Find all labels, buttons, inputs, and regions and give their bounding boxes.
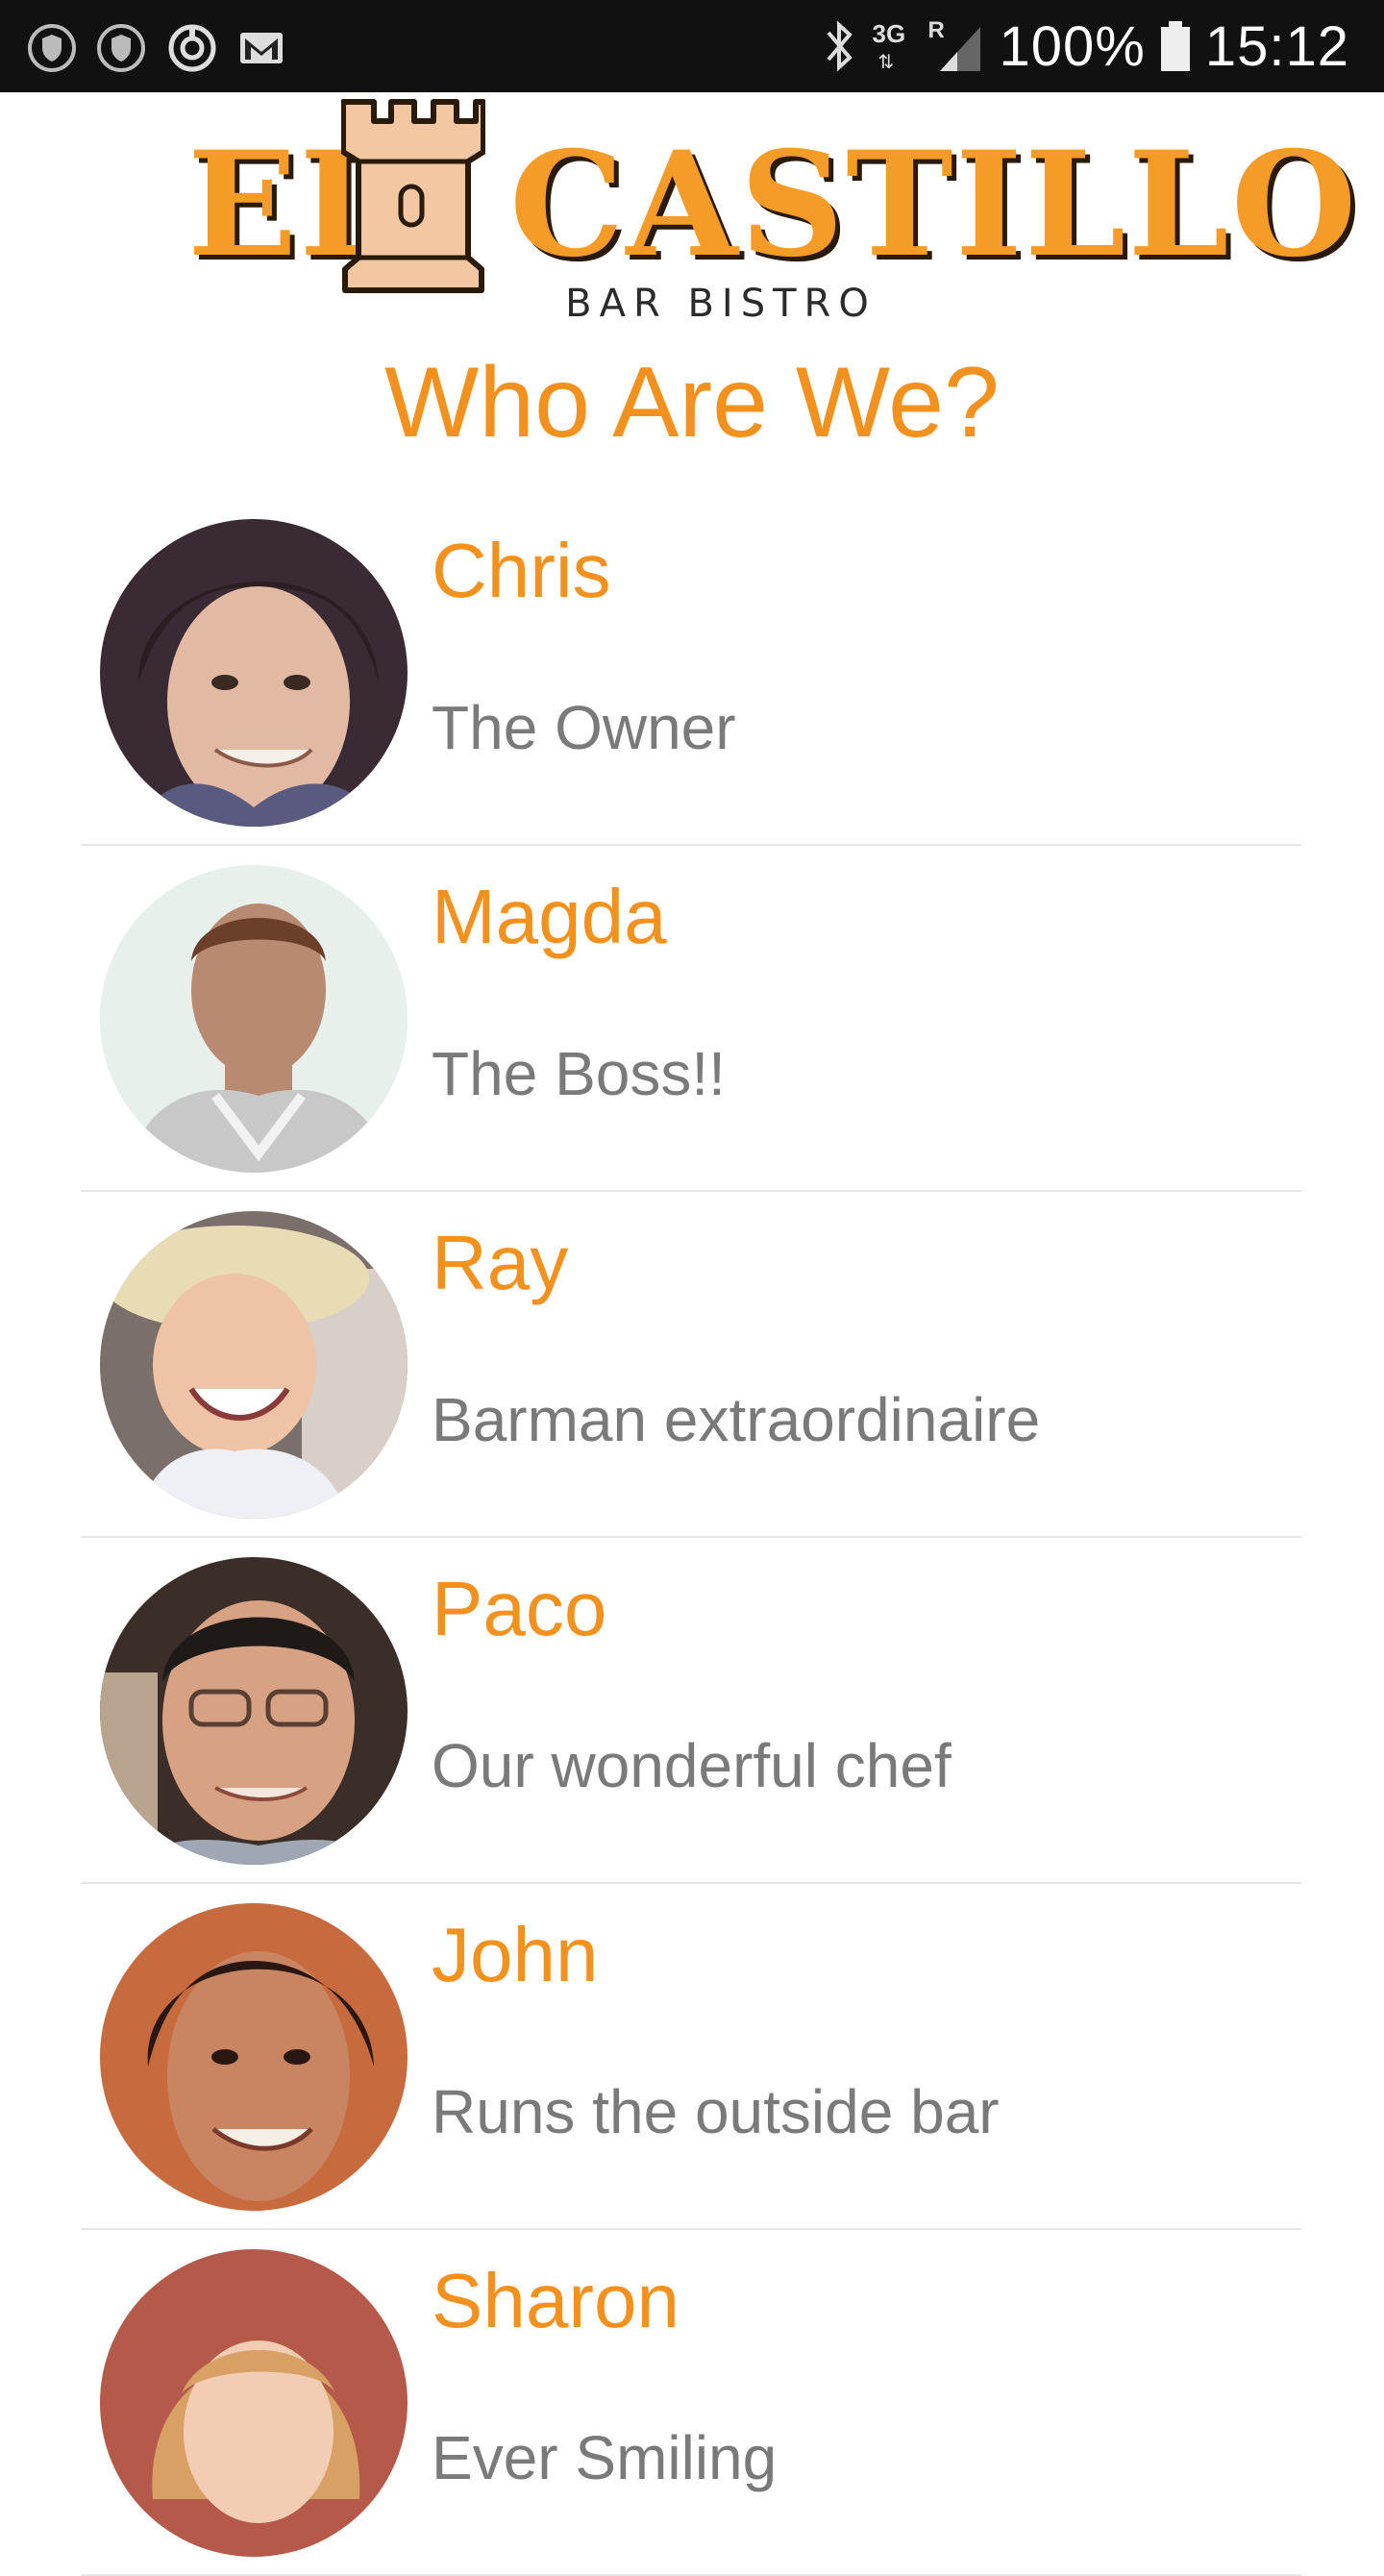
network-indicator: 3G ⇅ — [872, 19, 906, 73]
team-list: Chris The Owner Magda The Boss!! Ray Bar… — [81, 500, 1301, 2576]
member-role: Runs the outside bar — [432, 2077, 1000, 2146]
team-member-row[interactable]: Magda The Boss!! — [81, 846, 1301, 1192]
member-name: Ray — [432, 1220, 569, 1305]
page-title: Who Are We? — [384, 347, 1000, 458]
clock: 15:12 — [1204, 14, 1349, 78]
member-role: The Boss!! — [432, 1039, 726, 1108]
member-name: Magda — [432, 874, 667, 959]
shield-icon — [28, 24, 76, 72]
member-role: Our wonderful chef — [432, 1731, 952, 1800]
member-name: Chris — [432, 528, 611, 613]
avatar — [100, 865, 408, 1173]
member-role: The Owner — [432, 693, 736, 762]
member-role: Barman extraordinaire — [432, 1385, 1041, 1454]
team-member-row[interactable]: Ray Barman extraordinaire — [81, 1192, 1301, 1538]
avatar — [100, 519, 408, 827]
avatar — [100, 1903, 408, 2211]
battery-icon — [1160, 21, 1190, 71]
avatar — [100, 2249, 408, 2557]
team-member-row[interactable]: Sharon Ever Smiling — [81, 2230, 1301, 2576]
castle-tower-icon — [341, 99, 485, 293]
member-name: John — [432, 1912, 599, 1997]
team-member-row[interactable]: Chris The Owner — [81, 500, 1301, 846]
status-bar: 3G ⇅ R 100% 15:12 — [0, 0, 1384, 92]
logo-subtitle: BAR BISTRO — [565, 282, 877, 326]
network-type: 3G — [872, 19, 906, 48]
avatar — [100, 1557, 408, 1865]
member-role: Ever Smiling — [432, 2423, 778, 2492]
sync-icon — [168, 24, 216, 72]
logo-word-castillo: CASTILLO — [509, 120, 1359, 289]
member-name: Sharon — [432, 2258, 680, 2343]
team-member-row[interactable]: John Runs the outside bar — [81, 1884, 1301, 2230]
member-name: Paco — [432, 1566, 607, 1651]
avatar — [100, 1211, 408, 1519]
team-member-row[interactable]: Paco Our wonderful chef — [81, 1538, 1301, 1884]
bluetooth-icon — [826, 20, 853, 72]
logo: EL CASTILLO BAR BISTRO — [183, 94, 1356, 334]
battery-percent: 100% — [999, 14, 1146, 78]
gmail-icon — [240, 33, 283, 63]
signal-icon: R — [928, 17, 986, 75]
shield-icon — [97, 24, 145, 72]
